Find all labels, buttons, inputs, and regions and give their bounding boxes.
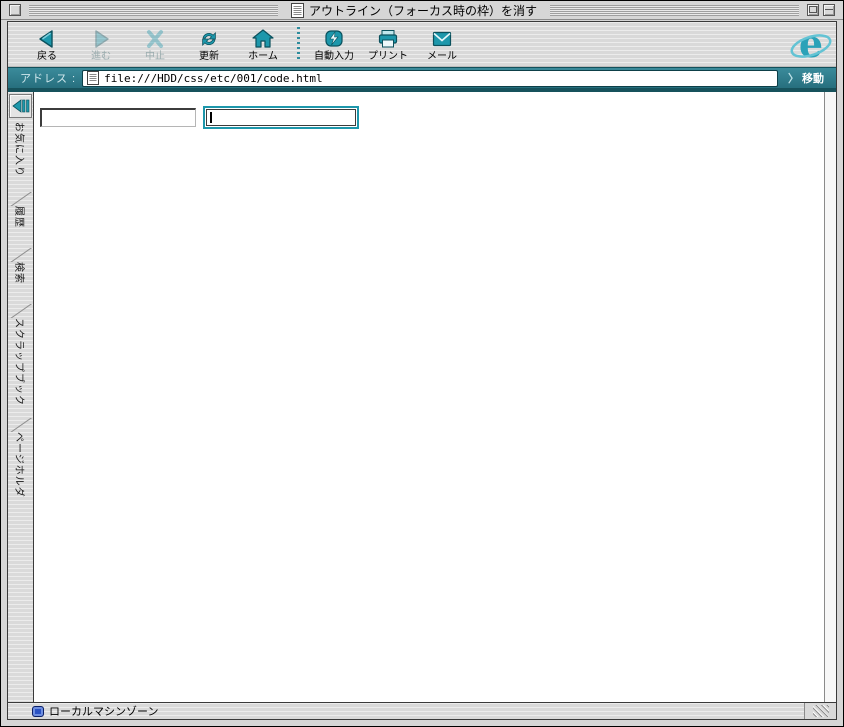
sidebar-tab-favorites[interactable]: お気に入り xyxy=(8,122,33,192)
vertical-scrollbar[interactable] xyxy=(824,92,836,702)
refresh-button[interactable]: 更新 xyxy=(184,24,234,63)
body-row: お気に入り 履歴 検索 スクラップブック ページホルダ xyxy=(8,92,836,702)
refresh-label: 更新 xyxy=(199,51,219,62)
stop-label: 中止 xyxy=(145,51,165,62)
svg-text:e: e xyxy=(799,24,823,66)
print-icon xyxy=(376,27,400,51)
collapse-sidebar-icon xyxy=(11,99,29,113)
forward-button[interactable]: 進む xyxy=(76,24,126,63)
page-content xyxy=(34,92,824,702)
status-bar: ローカルマシンゾーン xyxy=(8,702,836,719)
zoom-box[interactable] xyxy=(807,4,820,16)
forward-icon xyxy=(89,27,113,51)
mail-label: メール xyxy=(427,51,457,62)
sidebar-collapse-button[interactable] xyxy=(9,94,32,118)
collapse-box[interactable] xyxy=(823,4,836,16)
titlebar-stripes[interactable] xyxy=(550,4,800,16)
sidebar-tab-pageholder-label: ページホルダ xyxy=(13,432,24,498)
back-icon xyxy=(35,27,59,51)
go-button[interactable]: 〉 移動 xyxy=(778,68,832,88)
app-frame: 戻る 進む 中止 更新 ホーム 自動入力 プリント メール e アドレス: f… xyxy=(7,21,837,720)
window-title-group: アウトライン（フォーカス時の枠）を消す xyxy=(284,1,545,19)
close-box[interactable] xyxy=(9,4,21,16)
print-label: プリント xyxy=(368,51,408,62)
address-url[interactable]: file:///HDD/css/etc/001/code.html xyxy=(104,72,323,85)
sidebar-tab-pageholder[interactable]: ページホルダ xyxy=(8,432,33,512)
grow-box[interactable] xyxy=(804,703,836,719)
mail-button[interactable]: メール xyxy=(417,24,467,63)
text-input-focused[interactable] xyxy=(206,109,356,126)
back-button[interactable]: 戻る xyxy=(22,24,72,63)
home-button[interactable]: ホーム xyxy=(238,24,288,63)
forward-label: 進む xyxy=(91,51,111,62)
stop-icon xyxy=(143,27,167,51)
ie-logo: e xyxy=(790,24,832,66)
sidebar-tab-scrapbook[interactable]: スクラップブック xyxy=(8,318,33,418)
sidebar-tab-divider xyxy=(8,248,33,262)
autofill-button[interactable]: 自動入力 xyxy=(309,24,359,63)
text-input-plain[interactable] xyxy=(40,108,196,127)
sidebar-tab-history-label: 履歴 xyxy=(13,206,24,228)
home-icon xyxy=(251,27,275,51)
address-bar: アドレス : file:///HDD/css/etc/001/code.html… xyxy=(8,67,836,88)
window-title: アウトライン（フォーカス時の枠）を消す xyxy=(309,3,538,18)
toolbar-separator xyxy=(297,27,300,61)
text-caret xyxy=(210,112,212,123)
address-label: アドレス : xyxy=(20,73,77,85)
go-label: 移動 xyxy=(802,73,824,85)
autofill-label: 自動入力 xyxy=(314,51,354,62)
browser-window: アウトライン（フォーカス時の枠）を消す 戻る 進む 中止 更新 ホーム 自動入力… xyxy=(0,0,844,727)
page-icon xyxy=(291,2,304,18)
security-zone-icon xyxy=(32,705,44,717)
address-field[interactable]: file:///HDD/css/etc/001/code.html xyxy=(82,69,778,87)
sidebar-tab-history[interactable]: 履歴 xyxy=(8,206,33,248)
toolbar: 戻る 進む 中止 更新 ホーム 自動入力 プリント メール e xyxy=(8,22,836,67)
status-zone-text: ローカルマシンゾーン xyxy=(49,706,159,718)
sidebar-tab-search-label: 検索 xyxy=(13,262,24,284)
go-chevron-icon: 〉 xyxy=(788,73,799,85)
title-bar: アウトライン（フォーカス時の枠）を消す xyxy=(1,1,843,20)
sidebar-tab-search[interactable]: 検索 xyxy=(8,262,33,304)
back-label: 戻る xyxy=(37,51,57,62)
sidebar-tab-favorites-label: お気に入り xyxy=(13,122,24,177)
focus-ring xyxy=(203,106,359,129)
sidebar-tab-scrapbook-label: スクラップブック xyxy=(13,318,24,406)
sidebar-tab-divider xyxy=(8,192,33,206)
home-label: ホーム xyxy=(248,51,278,62)
autofill-icon xyxy=(322,27,346,51)
mail-icon xyxy=(430,27,454,51)
sidebar-tab-divider xyxy=(8,304,33,318)
refresh-icon xyxy=(197,27,221,51)
sidebar-tab-divider xyxy=(8,418,33,432)
address-page-icon xyxy=(87,71,100,85)
sidebar: お気に入り 履歴 検索 スクラップブック ページホルダ xyxy=(8,92,34,702)
stop-button[interactable]: 中止 xyxy=(130,24,180,63)
print-button[interactable]: プリント xyxy=(363,24,413,63)
resize-grip-icon xyxy=(812,705,829,717)
titlebar-stripes[interactable] xyxy=(29,4,278,16)
